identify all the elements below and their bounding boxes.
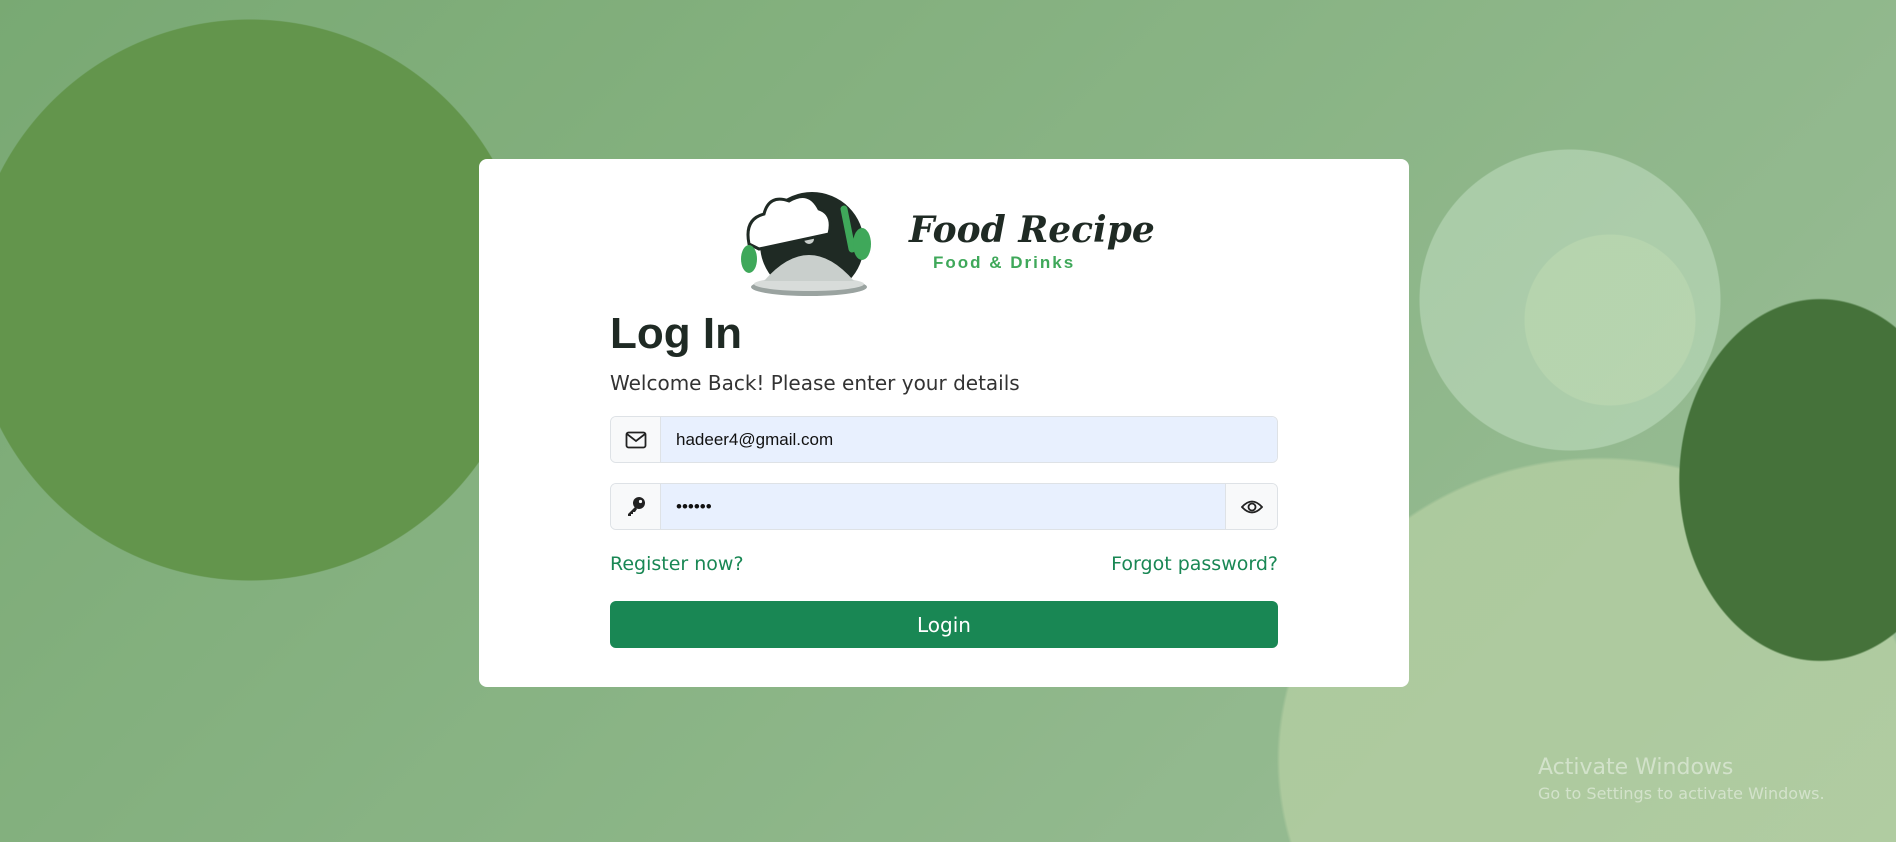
brand-title: Food Recipe	[909, 209, 1155, 251]
eye-icon[interactable]	[1225, 484, 1277, 529]
key-icon	[611, 484, 661, 529]
windows-activation-watermark: Activate Windows Go to Settings to activ…	[1538, 755, 1825, 803]
auth-links: Register now? Forgot password?	[610, 553, 1278, 575]
watermark-subtitle: Go to Settings to activate Windows.	[1538, 784, 1825, 803]
page-title: Log In	[610, 309, 742, 358]
login-button[interactable]: Login	[610, 601, 1278, 648]
forgot-password-link[interactable]: Forgot password?	[1111, 553, 1278, 575]
email-field	[610, 416, 1278, 463]
watermark-title: Activate Windows	[1538, 755, 1734, 780]
brand-subtitle: Food & Drinks	[933, 253, 1076, 272]
login-card: Food Recipe Food & Drinks Log In Welcome…	[479, 159, 1409, 687]
email-input[interactable]	[661, 417, 1277, 462]
chef-cloche-logo-icon	[741, 192, 871, 296]
password-field	[610, 483, 1278, 530]
brand-logo: Food Recipe Food & Drinks	[734, 189, 1155, 299]
register-link[interactable]: Register now?	[610, 553, 744, 575]
page-subtitle: Welcome Back! Please enter your details	[610, 371, 1020, 395]
envelope-icon	[611, 417, 661, 462]
password-input[interactable]	[661, 484, 1225, 529]
